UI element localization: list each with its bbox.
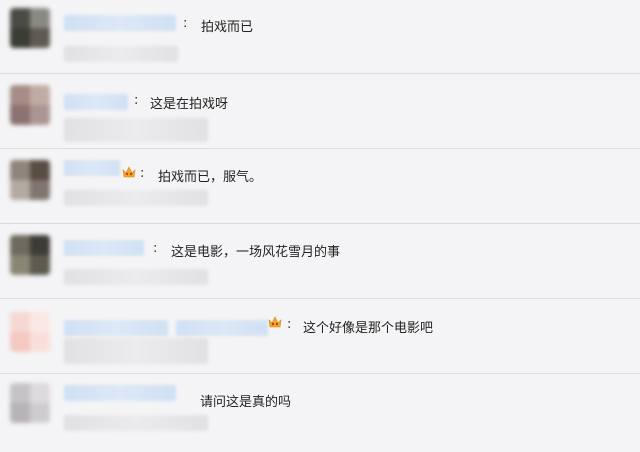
- avatar[interactable]: [10, 312, 50, 352]
- meta-blurred: [64, 118, 208, 142]
- username-blurred[interactable]: [64, 320, 168, 336]
- comment-item: 请问这是真的吗: [0, 375, 640, 452]
- username-blurred[interactable]: [64, 160, 120, 176]
- crown-icon: [268, 316, 282, 328]
- username-blurred[interactable]: [64, 94, 128, 110]
- meta-blurred: [64, 338, 208, 364]
- comment-item: : 拍戏而已，服气。: [0, 150, 640, 224]
- avatar[interactable]: [10, 235, 50, 275]
- username-blurred[interactable]: [64, 240, 144, 256]
- colon-separator: :: [183, 16, 188, 31]
- comment-text: 拍戏而已，服气。: [158, 170, 263, 185]
- colon-separator: :: [153, 241, 158, 256]
- meta-blurred: [64, 269, 208, 285]
- comment-text: 请问这是真的吗: [200, 395, 292, 410]
- comment-item: : 拍戏而已: [0, 0, 640, 74]
- comment-item: : 这是电影，一场风花雪月的事: [0, 225, 640, 299]
- avatar[interactable]: [10, 8, 50, 48]
- username-blurred[interactable]: [176, 320, 268, 336]
- avatar[interactable]: [10, 85, 50, 125]
- crown-icon: [122, 166, 136, 178]
- avatar[interactable]: [10, 160, 50, 200]
- meta-blurred: [64, 46, 178, 62]
- colon-separator: :: [134, 93, 139, 108]
- colon-separator: :: [287, 317, 292, 332]
- meta-blurred: [64, 190, 208, 206]
- username-blurred[interactable]: [64, 15, 176, 31]
- colon-separator: :: [140, 166, 145, 181]
- comment-text: 这是在拍戏呀: [150, 97, 229, 112]
- username-blurred[interactable]: [64, 385, 176, 401]
- avatar[interactable]: [10, 383, 50, 423]
- comment-text: 这个好像是那个电影吧: [303, 321, 434, 336]
- comment-text: 拍戏而已: [201, 20, 254, 35]
- comment-item: : 这个好像是那个电影吧: [0, 300, 640, 374]
- comment-text: 这是电影，一场风花雪月的事: [171, 245, 341, 260]
- comment-item: : 这是在拍戏呀: [0, 75, 640, 149]
- meta-blurred: [64, 415, 208, 431]
- comment-list: : 拍戏而已 : 这是在拍戏呀 : 拍戏而已，服气。: 这是电影，一场风花雪月…: [0, 0, 640, 452]
